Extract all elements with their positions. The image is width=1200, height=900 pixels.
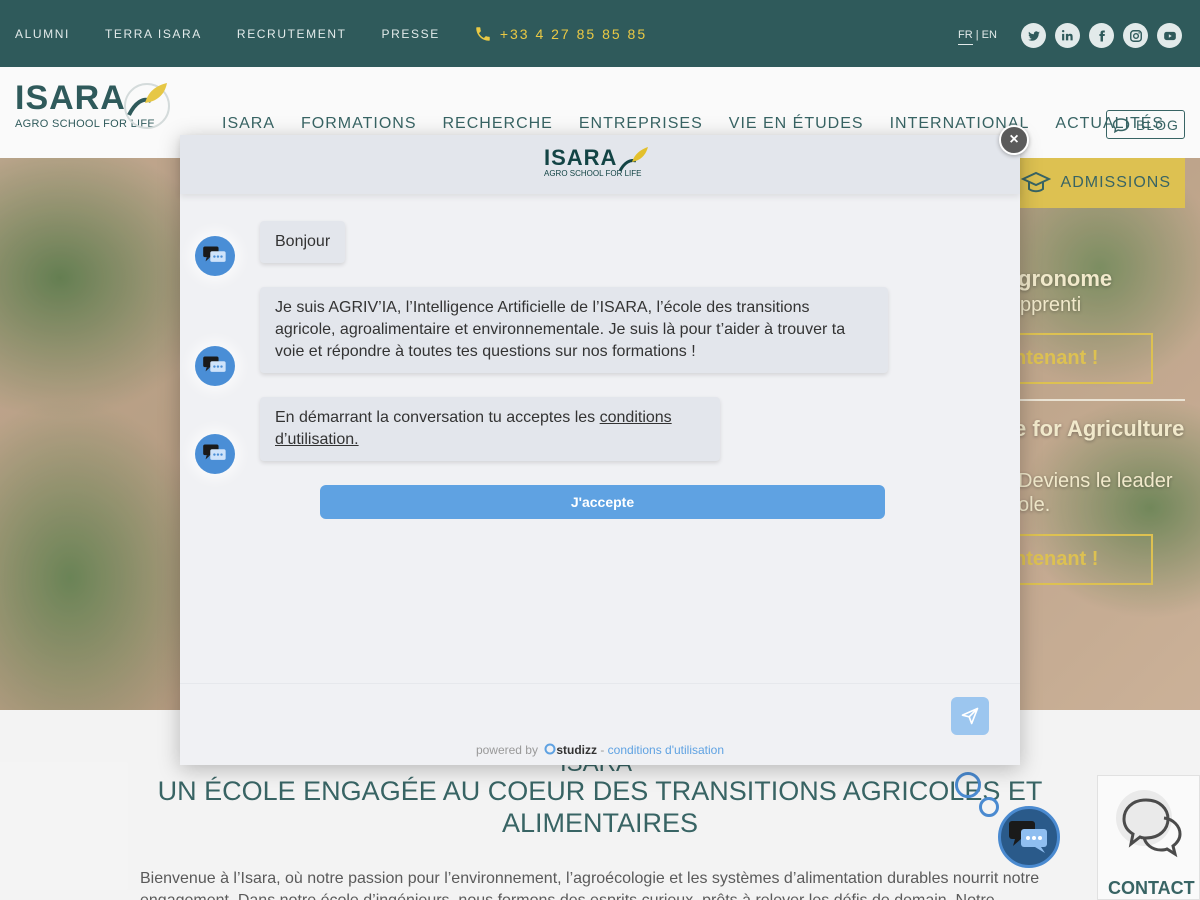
studizz-logo-icon <box>544 743 556 755</box>
chat-icon <box>203 444 226 460</box>
bot-message: En démarrant la conversation tu acceptes… <box>260 397 720 461</box>
bot-message-text: En démarrant la conversation tu acceptes… <box>275 409 600 426</box>
send-button[interactable] <box>951 697 989 735</box>
chat-logo: ISARA AGRO SCHOOL FOR LIFE <box>544 145 648 178</box>
footer-separator: - <box>597 743 608 757</box>
chat-input-row <box>180 683 1020 743</box>
bot-message: Je suis AGRIV’IA, l’Intelligence Artific… <box>260 287 888 373</box>
chat-message-input[interactable] <box>190 694 918 734</box>
chat-icon <box>203 246 226 262</box>
powered-by-label: powered by <box>475 743 538 757</box>
leaf-icon <box>618 147 648 172</box>
chat-ring-large <box>955 772 981 798</box>
bot-message-text: Bonjour <box>275 233 331 250</box>
studizz-brand[interactable]: studizz <box>556 743 597 757</box>
chat-ring-small <box>979 797 999 817</box>
bot-message-text: Je suis AGRIV’IA, l’Intelligence Artific… <box>275 299 846 360</box>
chat-footer: powered by studizz - conditions d'utilis… <box>180 743 1020 765</box>
close-chat-button[interactable]: × <box>999 125 1029 155</box>
close-icon: × <box>1009 131 1019 148</box>
chat-modal: ISARA AGRO SCHOOL FOR LIFE Bonjour Je su… <box>180 135 1020 765</box>
chat-header: ISARA AGRO SCHOOL FOR LIFE <box>180 135 1020 194</box>
chat-icon <box>203 356 226 372</box>
accept-button[interactable]: J'accepte <box>320 485 885 519</box>
bot-avatar <box>195 236 235 276</box>
bot-avatar <box>195 346 235 386</box>
chat-icon <box>1009 821 1047 853</box>
footer-terms-link[interactable]: conditions d'utilisation <box>608 743 724 757</box>
send-icon <box>961 707 979 725</box>
chat-launcher-button[interactable] <box>998 806 1060 868</box>
bot-message: Bonjour <box>260 221 346 263</box>
bot-avatar <box>195 434 235 474</box>
